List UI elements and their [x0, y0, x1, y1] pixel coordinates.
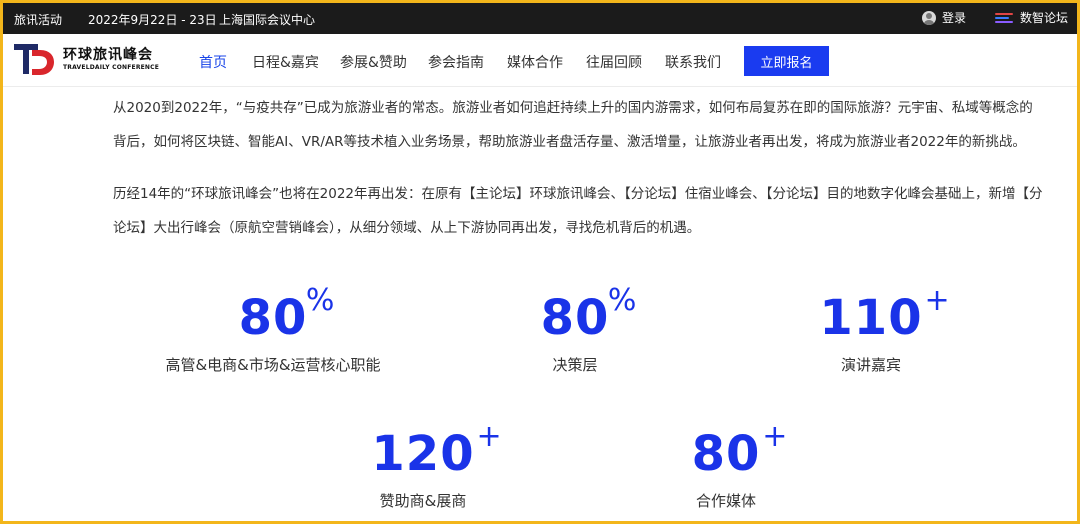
nav-item-contact[interactable]: 联系我们 — [665, 52, 721, 72]
logo-mark-icon — [14, 44, 54, 75]
stat-media-partners: 80 + 合作媒体 — [576, 422, 876, 511]
forum-icon — [994, 11, 1013, 25]
user-icon — [921, 10, 936, 25]
register-button[interactable]: 立即报名 — [744, 46, 829, 76]
nav-item-home[interactable]: 首页 — [199, 52, 227, 72]
nav-item-exhibit[interactable]: 参展&赞助 — [340, 52, 407, 72]
stat-suffix: + — [476, 419, 503, 454]
stat-decision-makers: 80% 决策层 — [425, 286, 725, 375]
stat-suffix: + — [924, 283, 951, 318]
stat-suffix: % — [607, 283, 638, 318]
nav-item-guide[interactable]: 参会指南 — [428, 52, 484, 72]
nav-item-media[interactable]: 媒体合作 — [507, 52, 563, 72]
stat-label: 合作媒体 — [695, 492, 756, 510]
stat-label: 高管&电商&市场&运营核心职能 — [165, 356, 381, 374]
intro-paragraph-2: 历经14年的“环球旅讯峰会”也将在2022年再出发：在原有【主论坛】环球旅讯峰会… — [113, 186, 1043, 236]
event-category-link[interactable]: 旅讯活动 — [14, 11, 62, 28]
top-bar: 旅讯活动 2022年9月22日 - 23日 上海国际会议中心 登录 数智论坛 — [3, 3, 1077, 34]
stat-sponsors: 120 + 赞助商&展商 — [273, 422, 573, 511]
nav-item-review[interactable]: 往届回顾 — [586, 52, 642, 72]
logo-name-en: TRAVELDAILY CONFERENCE — [63, 64, 160, 71]
stat-suffix: % — [305, 283, 336, 318]
logo-name-cn: 环球旅讯峰会 — [63, 47, 153, 63]
stat-value: 80 — [238, 290, 308, 346]
forum-label: 数智论坛 — [1019, 11, 1068, 25]
stat-speakers: 110 + 演讲嘉宾 — [721, 286, 1021, 375]
nav-item-schedule[interactable]: 日程&嘉宾 — [252, 52, 319, 72]
site-logo[interactable]: 环球旅讯峰会 TRAVELDAILY CONFERENCE — [14, 42, 159, 78]
main-nav: 环球旅讯峰会 TRAVELDAILY CONFERENCE 首页 日程&嘉宾 参… — [3, 34, 1077, 87]
login-button[interactable]: 登录 — [921, 9, 966, 26]
stat-value: 120 — [371, 426, 475, 482]
stat-value: 80 — [691, 426, 761, 482]
stat-executives: 80% 高管&电商&市场&运营核心职能 — [123, 286, 423, 375]
stat-value: 80 — [540, 290, 610, 346]
login-label: 登录 — [941, 11, 966, 25]
intro-paragraph-1: 从2020到2022年，“与疫共存”已成为旅游业者的常态。旅游业者如何追赶持续上… — [113, 100, 1033, 150]
stat-label: 演讲嘉宾 — [840, 356, 901, 374]
stat-label: 赞助商&展商 — [379, 492, 467, 510]
page-frame: 旅讯活动 2022年9月22日 - 23日 上海国际会议中心 登录 数智论坛 环… — [0, 0, 1080, 524]
stat-value: 110 — [819, 290, 923, 346]
event-venue: 上海国际会议中心 — [219, 13, 316, 27]
stat-suffix: + — [762, 419, 789, 454]
stat-label: 决策层 — [552, 356, 598, 374]
forum-link[interactable]: 数智论坛 — [994, 9, 1068, 26]
event-date: 2022年9月22日 - 23日 — [88, 13, 217, 27]
